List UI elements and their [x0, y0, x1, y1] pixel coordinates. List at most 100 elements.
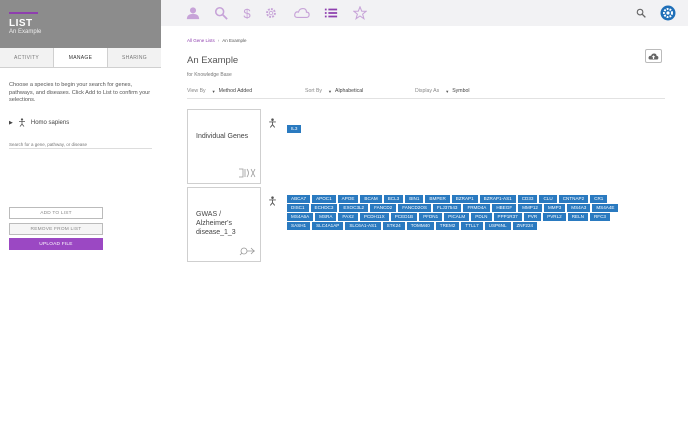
gene-chip[interactable]: SASH1 — [287, 222, 311, 230]
view-by-value: Method Added — [218, 88, 253, 94]
gene-chip[interactable]: BMPER — [425, 195, 450, 203]
gene-chip[interactable]: APOC1 — [312, 195, 336, 203]
gene-chip[interactable]: SLC6A1-AS1 — [345, 222, 381, 230]
tab-manage[interactable]: MANAGE — [53, 48, 108, 67]
gene-chip[interactable]: MMP3 — [543, 204, 566, 212]
gene-chip[interactable]: PCED1B — [390, 213, 418, 221]
view-by-dropdown[interactable]: View By ▼ Method Added — [187, 88, 252, 94]
gene-chip[interactable]: ABCA7 — [287, 195, 311, 203]
breadcrumb-current: An Example — [222, 38, 247, 43]
display-as-label: Display As — [415, 88, 440, 94]
gene-chip[interactable]: IL3 — [287, 125, 302, 133]
gene-chip[interactable]: ECHDC3 — [310, 204, 338, 212]
group-title: Individual Genes — [196, 133, 249, 140]
cloud-upload-button[interactable] — [645, 49, 662, 63]
gene-chip[interactable]: EXOC3L2 — [339, 204, 369, 212]
tab-activity[interactable]: ACTIVITY — [0, 48, 53, 67]
gene-chip[interactable]: PPP1R37 — [493, 213, 522, 221]
display-as-value: Symbol — [452, 88, 470, 94]
gene-chip[interactable]: PVRL2 — [543, 213, 566, 221]
gene-chip[interactable]: BCL3 — [383, 195, 404, 203]
gwas-plug-icon — [239, 247, 255, 256]
gene-chip[interactable]: BIN1 — [405, 195, 424, 203]
gene-search-input[interactable] — [9, 140, 152, 149]
add-to-list-button[interactable]: ADD TO LIST — [9, 207, 103, 219]
dollar-icon[interactable]: $ — [239, 5, 255, 21]
global-search-icon[interactable] — [633, 5, 649, 21]
controls-divider — [187, 98, 665, 99]
human-icon — [18, 118, 25, 127]
gene-chip[interactable]: BZRAP1 — [451, 195, 478, 203]
gene-chip[interactable]: PDLN — [471, 213, 492, 221]
caret-down-icon: ▼ — [328, 88, 332, 94]
gene-chip[interactable]: USP6NL — [484, 222, 511, 230]
gene-chip[interactable]: STK24 — [382, 222, 405, 230]
list-icon[interactable] — [323, 5, 339, 21]
search-icon[interactable] — [213, 5, 229, 21]
remove-from-list-button[interactable]: REMOVE FROM LIST — [9, 223, 103, 235]
gene-chip[interactable]: BCAM — [360, 195, 382, 203]
gene-chip[interactable]: PICALM — [444, 213, 470, 221]
gene-chip[interactable]: FLJ37543 — [433, 204, 462, 212]
gene-chip[interactable]: PFDN1 — [419, 213, 443, 221]
gene-chip[interactable]: ZNF224 — [512, 222, 538, 230]
gene-chip[interactable]: HBEGF — [492, 204, 517, 212]
gene-chip[interactable]: APOE — [337, 195, 359, 203]
gene-chips-individual: IL3 — [287, 117, 303, 135]
group-card-individual-genes[interactable]: Individual Genes — [187, 109, 261, 184]
gene-chip[interactable]: MSRA — [315, 213, 337, 221]
sort-by-value: Alphabetical — [334, 88, 364, 94]
panel-title: LIST — [9, 18, 33, 29]
user-avatar-gear-icon[interactable] — [660, 5, 676, 21]
cloud-icon[interactable] — [293, 5, 311, 21]
gene-chip[interactable]: CD33 — [517, 195, 538, 203]
gene-chip[interactable]: MS4A6A — [287, 213, 314, 221]
gene-chip[interactable]: FANCD2OS — [398, 204, 431, 212]
breadcrumb-all-gene-lists[interactable]: All Gene Lists — [187, 38, 215, 43]
gene-chip[interactable]: FRMD4A — [463, 204, 491, 212]
sort-by-label: Sort By — [305, 88, 323, 94]
gene-chip[interactable]: RFC3 — [589, 213, 610, 221]
gene-list-icon — [239, 168, 256, 178]
sort-by-dropdown[interactable]: Sort By ▼ Alphabetical — [305, 88, 363, 94]
gene-chip[interactable]: MS4A3 — [567, 204, 591, 212]
panel-tabs: ACTIVITY MANAGE SHARING — [0, 48, 161, 68]
star-icon[interactable] — [352, 5, 368, 21]
gene-chip[interactable]: PCDH11X — [359, 213, 389, 221]
gene-chip[interactable]: BZRAP1-AS1 — [479, 195, 516, 203]
cloud-upload-icon — [648, 52, 659, 60]
caret-right-icon[interactable]: ▶ — [9, 120, 13, 126]
species-name: Homo sapiens — [30, 119, 70, 126]
breadcrumb: All Gene Lists › An Example — [187, 38, 247, 43]
caret-down-icon: ▼ — [211, 88, 216, 94]
gene-chip[interactable]: MMP12 — [518, 204, 542, 212]
gene-chip[interactable]: PAX2 — [338, 213, 358, 221]
header-accent-bar — [9, 12, 38, 14]
page-subtitle: for Knowledge Base — [187, 72, 232, 78]
gene-chip[interactable]: TOMM40 — [406, 222, 434, 230]
gene-chip[interactable]: RELN — [567, 213, 588, 221]
gene-chip[interactable]: TTLL7 — [461, 222, 483, 230]
gene-chip[interactable]: TREM2 — [435, 222, 460, 230]
gear-icon[interactable] — [263, 5, 279, 21]
caret-down-icon: ▼ — [445, 88, 450, 94]
species-selector[interactable]: ▶ Homo sapiens — [9, 118, 69, 127]
gene-chip[interactable]: PVR — [523, 213, 542, 221]
gene-chip[interactable]: CLU — [539, 195, 557, 203]
group-title: GWAS / Alzheimer's disease_1_3 — [196, 211, 236, 236]
gene-chip[interactable]: FANCD2 — [370, 204, 397, 212]
page-title: An Example — [187, 55, 239, 66]
tab-sharing[interactable]: SHARING — [108, 48, 161, 67]
gene-chip[interactable]: SLC4A1AP — [312, 222, 344, 230]
gene-chip[interactable]: CNTNAP2 — [558, 195, 589, 203]
display-as-dropdown[interactable]: Display As ▼ Symbol — [415, 88, 470, 94]
upload-file-button[interactable]: UPLOAD FILE — [9, 238, 103, 250]
gene-chip[interactable]: CR1 — [590, 195, 608, 203]
intro-text: Choose a species to begin your search fo… — [9, 82, 151, 103]
panel-subtitle: An Example — [9, 29, 42, 35]
group-card-gwas[interactable]: GWAS / Alzheimer's disease_1_3 — [187, 187, 261, 262]
gene-chip[interactable]: DISC1 — [287, 204, 309, 212]
breadcrumb-separator: › — [217, 38, 220, 43]
gene-chip[interactable]: MS4A4E — [592, 204, 619, 212]
person-icon[interactable] — [185, 5, 201, 21]
